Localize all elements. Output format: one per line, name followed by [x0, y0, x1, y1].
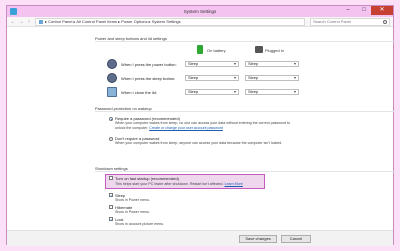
select-value: Sleep: [188, 61, 199, 66]
chevron-down-icon: ▾: [233, 61, 236, 66]
divider: [95, 111, 395, 112]
close-lid-plugged-select[interactable]: Sleep ▾: [245, 89, 299, 95]
sleep-button-plugged-select[interactable]: Sleep ▾: [245, 75, 299, 81]
sleep-button-label: When I press the sleep button:: [121, 76, 176, 81]
sleep-checkbox[interactable]: ✓: [109, 193, 113, 198]
chevron-down-icon: ▾: [233, 89, 236, 94]
column-on-battery: On battery: [207, 48, 226, 53]
fast-startup-description: This helps start your PC faster after sh…: [115, 182, 243, 186]
power-button-icon: [107, 59, 117, 69]
sleep-description: Show in Power menu.: [115, 198, 150, 202]
system-settings-window: System Settings – □ ✕ ← → ↑ ▸ Control Pa…: [6, 5, 395, 246]
folder-icon: [39, 19, 43, 24]
lock-checkbox[interactable]: ✓: [109, 217, 113, 222]
plug-icon: [255, 46, 263, 53]
window-title: System Settings: [183, 9, 217, 14]
maximize-button[interactable]: □: [357, 6, 371, 15]
sleep-button-battery-select[interactable]: Sleep ▾: [185, 75, 239, 81]
close-button[interactable]: ✕: [371, 6, 393, 15]
laptop-lid-icon: [107, 87, 117, 97]
up-arrow-icon[interactable]: ↑: [26, 19, 32, 25]
power-button-label: When I press the power button:: [121, 62, 177, 67]
save-changes-button[interactable]: Save changes: [239, 235, 277, 243]
cancel-button[interactable]: Cancel: [281, 235, 311, 243]
column-plugged-in: Plugged in: [265, 48, 284, 53]
chevron-down-icon: ▾: [233, 75, 236, 80]
footer-bar: Save changes Cancel: [7, 230, 393, 246]
no-password-radio[interactable]: [109, 137, 113, 141]
lock-description: Show in account picture menu.: [115, 222, 165, 226]
select-value: Sleep: [188, 75, 199, 80]
address-bar: ← → ↑ ▸ Control Panel ▸ All Control Pane…: [7, 17, 393, 27]
chevron-down-icon: ▾: [293, 75, 296, 80]
select-value: Sleep: [248, 61, 259, 66]
chevron-down-icon: ▾: [293, 89, 296, 94]
power-button-battery-select[interactable]: Sleep ▾: [185, 61, 239, 67]
chevron-down-icon: ▾: [293, 61, 296, 66]
desktop-background: System Settings – □ ✕ ← → ↑ ▸ Control Pa…: [0, 0, 400, 251]
minimize-button[interactable]: –: [341, 6, 355, 15]
hibernate-description: Show in Power menu.: [115, 210, 150, 214]
fast-startup-label: Turn on fast startup (recommended): [115, 176, 179, 181]
divider: [95, 41, 395, 42]
select-value: Sleep: [248, 89, 259, 94]
back-arrow-icon[interactable]: ←: [10, 19, 16, 25]
search-placeholder: Search Control Panel: [313, 19, 352, 24]
sleep-button-icon: [107, 73, 117, 83]
close-lid-label: When I close the lid:: [121, 90, 158, 95]
breadcrumb-path: ▸ Control Panel ▸ All Control Panel Item…: [45, 19, 181, 24]
search-icon[interactable]: [383, 20, 387, 24]
hibernate-checkbox[interactable]: [109, 205, 113, 209]
forward-arrow-icon[interactable]: →: [18, 19, 24, 25]
require-password-radio[interactable]: [109, 117, 113, 121]
change-password-link[interactable]: Create or change your user account passw…: [149, 126, 223, 130]
breadcrumb[interactable]: ▸ Control Panel ▸ All Control Panel Item…: [35, 18, 305, 26]
select-value: Sleep: [248, 75, 259, 80]
divider: [95, 171, 395, 172]
select-value: Sleep: [188, 89, 199, 94]
no-password-description: When your computer wakes from sleep, any…: [115, 141, 283, 145]
fast-startup-desc-text: This helps start your PC faster after sh…: [115, 182, 224, 186]
battery-icon: [197, 45, 203, 54]
power-button-plugged-select[interactable]: Sleep ▾: [245, 61, 299, 67]
require-password-description: When your computer wakes from sleep, no …: [115, 121, 295, 130]
fast-startup-checkbox[interactable]: [109, 176, 113, 180]
title-bar: System Settings – □ ✕: [7, 6, 393, 17]
main-content: Power and sleep buttons and lid settings…: [7, 28, 395, 246]
learn-more-link[interactable]: Learn More: [224, 182, 242, 186]
search-input[interactable]: Search Control Panel: [310, 18, 390, 26]
close-lid-battery-select[interactable]: Sleep ▾: [185, 89, 239, 95]
